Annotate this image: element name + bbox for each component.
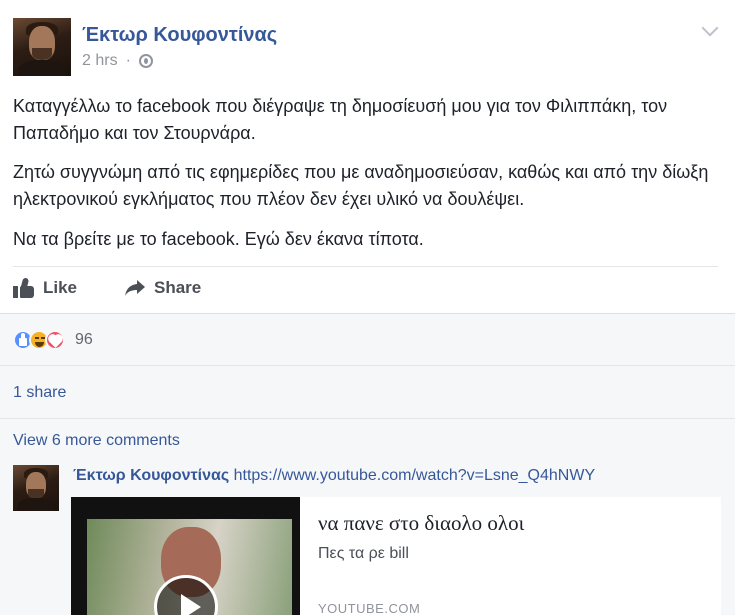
link-title[interactable]: να πανε στο διαολο ολοι xyxy=(318,511,524,536)
share-button[interactable]: Share xyxy=(124,278,201,298)
author-avatar[interactable] xyxy=(13,18,71,76)
globe-icon[interactable] xyxy=(138,54,153,68)
video-thumbnail[interactable] xyxy=(71,497,300,615)
like-button[interactable]: Like xyxy=(13,277,78,298)
link-description: Πες τα ρε bill xyxy=(318,545,409,562)
post-timestamp[interactable]: 2 hrs xyxy=(82,52,118,70)
link-preview-card[interactable]: να πανε στο διαολο ολοι Πες τα ρε bill Y… xyxy=(71,497,721,615)
post-meta: 2 hrs · xyxy=(82,52,153,70)
shares-link[interactable]: 1 share xyxy=(13,384,66,402)
chevron-down-icon[interactable] xyxy=(700,20,720,40)
view-more-comments-link[interactable]: View 6 more comments xyxy=(13,432,180,450)
commenter-avatar[interactable] xyxy=(13,465,59,511)
link-source: YOUTUBE.COM xyxy=(318,601,421,615)
post-paragraph: Να τα βρείτε με το facebook. Εγώ δεν έκα… xyxy=(13,229,424,249)
share-label: Share xyxy=(154,278,202,297)
post-paragraph: Καταγγέλλω το facebook που διέγραψε τη δ… xyxy=(13,96,668,143)
divider xyxy=(0,418,735,419)
thumbs-up-icon xyxy=(13,277,35,298)
like-label: Like xyxy=(43,278,78,297)
divider xyxy=(13,266,718,267)
reactions-summary[interactable]: 96 xyxy=(13,330,93,350)
comment-author[interactable]: Έκτωρ Κουφοντίνας xyxy=(73,467,229,484)
love-reaction-icon xyxy=(45,330,65,350)
post-card: Έκτωρ Κουφοντίνας 2 hrs · Καταγγέλλω το … xyxy=(0,0,735,313)
divider xyxy=(0,365,735,366)
post-author-name[interactable]: Έκτωρ Κουφοντίνας xyxy=(82,24,277,47)
reaction-count[interactable]: 96 xyxy=(75,331,93,349)
post-paragraph: Ζητώ συγγνώμη από τις εφημερίδες που με … xyxy=(13,162,709,209)
comment-link[interactable]: https://www.youtube.com/watch?v=Lsne_Q4h… xyxy=(234,467,596,484)
comment: Έκτωρ Κουφοντίνας https://www.youtube.co… xyxy=(73,467,595,485)
share-arrow-icon xyxy=(124,279,146,297)
